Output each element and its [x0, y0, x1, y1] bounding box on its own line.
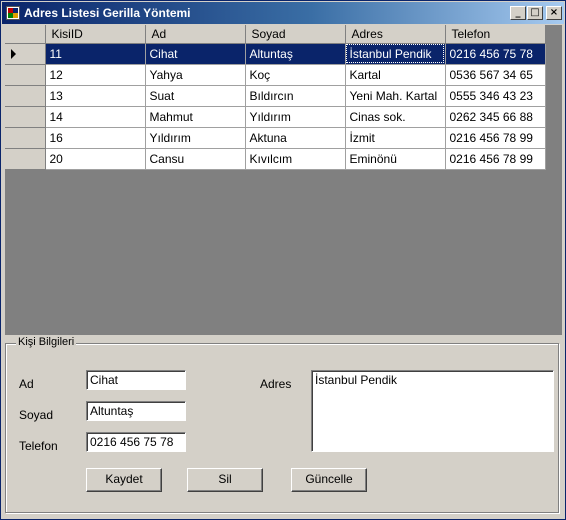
- table-row[interactable]: 14 Mahmut Yıldırım Cinas sok. 0262 345 6…: [5, 106, 546, 128]
- column-header-adres[interactable]: Adres: [345, 25, 446, 44]
- table-row[interactable]: 20 Cansu Kıvılcım Eminönü 0216 456 78 99: [5, 148, 546, 170]
- cell-adres[interactable]: Eminönü: [345, 148, 446, 170]
- row-header[interactable]: [5, 43, 46, 65]
- soyad-input[interactable]: Altuntaş: [86, 401, 186, 421]
- cell-adres[interactable]: Cinas sok.: [345, 106, 446, 128]
- adres-label: Adres: [260, 377, 292, 391]
- cell-telefon[interactable]: 0216 456 78 99: [445, 127, 546, 149]
- cell-adres[interactable]: Kartal: [345, 64, 446, 86]
- main-window: Adres Listesi Gerilla Yöntemi _ □ × Kisi…: [0, 0, 566, 520]
- cell-kisiid[interactable]: 14: [45, 106, 146, 128]
- data-grid-table: KisiID Ad Soyad Adres Telefon 11 Cihat A…: [5, 25, 546, 170]
- cell-adres[interactable]: İzmit: [345, 127, 446, 149]
- cell-telefon[interactable]: 0262 345 66 88: [445, 106, 546, 128]
- row-header[interactable]: [5, 106, 46, 128]
- maximize-button[interactable]: □: [527, 6, 543, 20]
- minimize-button[interactable]: _: [510, 6, 526, 20]
- cell-kisiid[interactable]: 12: [45, 64, 146, 86]
- cell-kisiid[interactable]: 16: [45, 127, 146, 149]
- cell-soyad[interactable]: Aktuna: [245, 127, 346, 149]
- column-header-ad[interactable]: Ad: [145, 25, 246, 44]
- cell-adres[interactable]: İstanbul Pendik: [345, 43, 446, 65]
- cell-kisiid[interactable]: 11: [45, 43, 146, 65]
- cell-kisiid[interactable]: 13: [45, 85, 146, 107]
- row-header[interactable]: [5, 64, 46, 86]
- table-row[interactable]: 11 Cihat Altuntaş İstanbul Pendik 0216 4…: [5, 43, 546, 65]
- person-info-group: Kişi Bilgileri Ad Cihat Soyad Altuntaş T…: [5, 336, 559, 513]
- cell-telefon[interactable]: 0216 456 78 99: [445, 148, 546, 170]
- close-button[interactable]: ×: [546, 6, 562, 20]
- cell-telefon[interactable]: 0216 456 75 78: [445, 43, 546, 65]
- app-icon[interactable]: [6, 6, 20, 20]
- row-header[interactable]: [5, 85, 46, 107]
- cell-ad[interactable]: Suat: [145, 85, 246, 107]
- telefon-label: Telefon: [19, 439, 58, 453]
- title-bar[interactable]: Adres Listesi Gerilla Yöntemi _ □ ×: [2, 2, 564, 24]
- corner-header[interactable]: [5, 25, 46, 44]
- cell-soyad[interactable]: Koç: [245, 64, 346, 86]
- cell-soyad[interactable]: Bıldırcın: [245, 85, 346, 107]
- soyad-label: Soyad: [19, 408, 54, 422]
- cell-ad[interactable]: Mahmut: [145, 106, 246, 128]
- ad-input[interactable]: Cihat: [86, 370, 186, 390]
- column-header-kisiid[interactable]: KisiID: [45, 25, 146, 44]
- maximize-icon: □: [530, 7, 540, 18]
- window-title: Adres Listesi Gerilla Yöntemi: [24, 6, 191, 20]
- minimize-icon: _: [515, 7, 521, 18]
- cell-soyad[interactable]: Altuntaş: [245, 43, 346, 65]
- data-grid[interactable]: KisiID Ad Soyad Adres Telefon 11 Cihat A…: [5, 25, 562, 335]
- adres-textarea[interactable]: İstanbul Pendik: [311, 370, 554, 452]
- cell-kisiid[interactable]: 20: [45, 148, 146, 170]
- ad-label: Ad: [19, 377, 34, 391]
- row-header[interactable]: [5, 127, 46, 149]
- current-row-arrow-icon: [11, 49, 16, 60]
- group-title: Kişi Bilgileri: [16, 336, 77, 348]
- column-header-telefon[interactable]: Telefon: [445, 25, 546, 44]
- close-icon: ×: [549, 7, 559, 18]
- table-row[interactable]: 13 Suat Bıldırcın Yeni Mah. Kartal 0555 …: [5, 85, 546, 107]
- cell-adres[interactable]: Yeni Mah. Kartal: [345, 85, 446, 107]
- row-header[interactable]: [5, 148, 46, 170]
- cell-soyad[interactable]: Yıldırım: [245, 106, 346, 128]
- cell-ad[interactable]: Cansu: [145, 148, 246, 170]
- cell-telefon[interactable]: 0536 567 34 65: [445, 64, 546, 86]
- cell-ad[interactable]: Yıldırım: [145, 127, 246, 149]
- kaydet-button[interactable]: Kaydet: [86, 468, 162, 492]
- cell-ad[interactable]: Yahya: [145, 64, 246, 86]
- table-row[interactable]: 12 Yahya Koç Kartal 0536 567 34 65: [5, 64, 546, 86]
- sil-button[interactable]: Sil: [187, 468, 263, 492]
- telefon-input[interactable]: 0216 456 75 78: [86, 432, 186, 452]
- cell-ad[interactable]: Cihat: [145, 43, 246, 65]
- header-row: KisiID Ad Soyad Adres Telefon: [5, 25, 546, 44]
- table-row[interactable]: 16 Yıldırım Aktuna İzmit 0216 456 78 99: [5, 127, 546, 149]
- guncelle-button[interactable]: Güncelle: [291, 468, 367, 492]
- cell-telefon[interactable]: 0555 346 43 23: [445, 85, 546, 107]
- cell-soyad[interactable]: Kıvılcım: [245, 148, 346, 170]
- column-header-soyad[interactable]: Soyad: [245, 25, 346, 44]
